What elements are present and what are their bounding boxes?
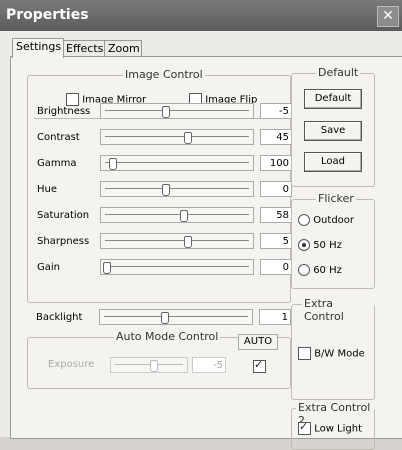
60hz-label: 60 Hz xyxy=(313,265,342,276)
properties-window: Properties ✕ Settings Effects Zoom Image… xyxy=(0,0,402,450)
contrast-value: 45 xyxy=(260,129,292,145)
flicker-title: Flicker xyxy=(316,192,356,205)
default-group: Default Default Save Load xyxy=(291,66,375,187)
brightness-thumb[interactable] xyxy=(161,106,170,118)
hue-thumb[interactable] xyxy=(161,184,170,196)
image-control-group: Image Control Image Mirror Image Flip Br… xyxy=(27,68,292,303)
auto-mode-title: Auto Mode Control xyxy=(114,330,221,343)
low-light-checkbox[interactable] xyxy=(298,420,311,435)
gain-label: Gain xyxy=(37,262,60,273)
default-button[interactable]: Default xyxy=(304,89,362,109)
extra-control-group: Extra Control B/W Mode xyxy=(291,297,375,400)
slider-row: Saturation 58 xyxy=(22,207,292,227)
brightness-value: -5 xyxy=(260,103,292,119)
bw-mode-label: B/W Mode xyxy=(314,348,365,360)
outdoor-label: Outdoor xyxy=(313,215,355,226)
flicker-group: Flicker Outdoor 50 Hz 60 Hz xyxy=(291,192,375,289)
settings-panel: Image Control Image Mirror Image Flip Br… xyxy=(10,56,402,450)
slider-row: Contrast 45 xyxy=(22,129,292,149)
tab-effects[interactable]: Effects xyxy=(62,40,107,57)
slider-row: Gamma 100 xyxy=(22,155,292,175)
slider-row: Sharpness 5 xyxy=(22,233,292,253)
contrast-thumb[interactable] xyxy=(184,132,193,144)
outdoor-radio[interactable] xyxy=(298,214,310,226)
exposure-thumb[interactable] xyxy=(150,360,159,372)
auto-checkbox[interactable] xyxy=(253,358,266,373)
saturation-thumb[interactable] xyxy=(180,210,188,222)
sharpness-slider[interactable] xyxy=(100,233,254,249)
hue-slider[interactable] xyxy=(100,181,254,197)
low-light-option[interactable]: Low Light xyxy=(298,420,363,435)
auto-label: AUTO xyxy=(238,334,278,350)
tab-zoom[interactable]: Zoom xyxy=(104,40,142,57)
extra-control-title: Extra Control xyxy=(302,297,374,323)
image-control-title: Image Control xyxy=(123,68,205,81)
hue-value: 0 xyxy=(260,181,292,197)
60hz-radio[interactable] xyxy=(298,264,310,276)
auto-mode-group: Auto Mode Control AUTO Exposure -5 xyxy=(27,330,291,389)
backlight-slider[interactable] xyxy=(99,309,253,325)
gamma-value: 100 xyxy=(260,155,292,171)
backlight-label: Backlight xyxy=(36,312,83,323)
load-button[interactable]: Load xyxy=(304,152,362,172)
gain-value: 0 xyxy=(260,259,292,275)
exposure-value: -5 xyxy=(192,357,226,373)
window-title: Properties xyxy=(6,7,89,23)
brightness-slider[interactable] xyxy=(100,103,254,119)
hue-label: Hue xyxy=(37,184,58,195)
slider-row: Brightness -5 xyxy=(22,103,292,123)
close-button[interactable]: ✕ xyxy=(377,6,399,27)
gamma-slider[interactable] xyxy=(100,155,254,171)
slider-row: Gain 0 xyxy=(22,259,292,279)
gain-slider[interactable] xyxy=(100,259,254,275)
tab-settings[interactable]: Settings xyxy=(12,38,64,58)
contrast-label: Contrast xyxy=(37,132,80,143)
brightness-label: Brightness xyxy=(37,106,91,117)
gain-thumb[interactable] xyxy=(103,262,111,274)
bw-mode-option[interactable]: B/W Mode xyxy=(298,347,365,360)
gamma-label: Gamma xyxy=(37,158,77,169)
gamma-thumb[interactable] xyxy=(108,158,117,170)
flicker-50hz-option[interactable]: 50 Hz xyxy=(298,239,342,251)
saturation-value: 58 xyxy=(260,207,292,223)
exposure-label: Exposure xyxy=(48,359,95,370)
50hz-label: 50 Hz xyxy=(313,240,342,251)
slider-row: Hue 0 xyxy=(22,181,292,201)
backlight-thumb[interactable] xyxy=(160,312,169,324)
flicker-60hz-option[interactable]: 60 Hz xyxy=(298,264,342,276)
backlight-row: Backlight 1 xyxy=(21,309,291,329)
saturation-slider[interactable] xyxy=(100,207,254,223)
sharpness-label: Sharpness xyxy=(37,236,90,247)
sharpness-value: 5 xyxy=(260,233,292,249)
50hz-radio[interactable] xyxy=(298,239,310,251)
saturation-label: Saturation xyxy=(37,210,90,221)
extra-control2-group: Extra Control 2 Low Light xyxy=(291,401,375,450)
title-bar[interactable]: Properties ✕ xyxy=(0,0,402,31)
save-button[interactable]: Save xyxy=(304,121,362,141)
default-group-title: Default xyxy=(316,66,361,79)
contrast-slider[interactable] xyxy=(100,129,254,145)
backlight-value: 1 xyxy=(259,309,291,325)
exposure-slider[interactable] xyxy=(110,357,188,373)
sharpness-thumb[interactable] xyxy=(184,236,193,248)
low-light-label: Low Light xyxy=(314,423,363,435)
flicker-outdoor-option[interactable]: Outdoor xyxy=(298,214,354,226)
bw-mode-checkbox[interactable] xyxy=(298,347,311,360)
